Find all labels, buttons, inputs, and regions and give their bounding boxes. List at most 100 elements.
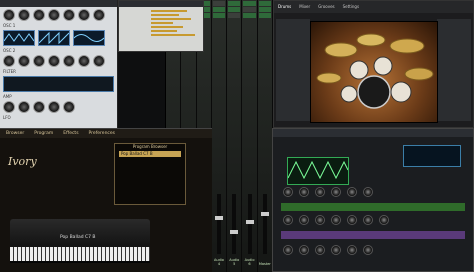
insert-slot[interactable] bbox=[243, 7, 256, 12]
waveform-graphic bbox=[74, 34, 104, 42]
synth-knob[interactable] bbox=[48, 55, 60, 67]
tab-drums[interactable]: Drums bbox=[274, 1, 295, 13]
envelope-display bbox=[3, 76, 114, 92]
synth-knob[interactable] bbox=[63, 55, 75, 67]
insert-slot[interactable] bbox=[212, 13, 226, 18]
synth-knob[interactable] bbox=[299, 215, 309, 225]
eq-bar[interactable] bbox=[151, 22, 173, 24]
drum-tabs: Drums Mixer Grooves Settings bbox=[274, 1, 473, 13]
insert-slot[interactable] bbox=[212, 1, 226, 6]
synth-knob[interactable] bbox=[347, 245, 357, 255]
eq-bar[interactable] bbox=[151, 18, 191, 20]
synth-knob[interactable] bbox=[283, 215, 293, 225]
synth-knob[interactable] bbox=[48, 101, 60, 113]
synth-knob[interactable] bbox=[299, 245, 309, 255]
insert-slot[interactable] bbox=[212, 7, 226, 12]
drum-plugin-window: Drums Mixer Grooves Settings bbox=[273, 0, 474, 128]
insert-slot[interactable] bbox=[243, 1, 256, 6]
synth-knob[interactable] bbox=[93, 55, 105, 67]
synth-knob[interactable] bbox=[93, 9, 105, 21]
fader-cap[interactable] bbox=[214, 216, 223, 220]
waveform-graphic bbox=[4, 33, 34, 42]
synth-knob[interactable] bbox=[78, 9, 90, 21]
channel-strip: Audio 4 bbox=[211, 0, 228, 272]
nav-preferences[interactable]: Preferences bbox=[89, 129, 115, 138]
synth-knob[interactable] bbox=[33, 55, 45, 67]
fader-cap[interactable] bbox=[260, 212, 269, 216]
nav-program[interactable]: Program bbox=[34, 129, 53, 138]
synth-knob[interactable] bbox=[363, 245, 373, 255]
synth-knob-row bbox=[0, 99, 117, 115]
section-header-green bbox=[281, 203, 465, 211]
fader-track[interactable] bbox=[214, 194, 223, 254]
tab-settings[interactable]: Settings bbox=[339, 1, 363, 13]
synth-knob[interactable] bbox=[18, 9, 30, 21]
tab-grooves[interactable]: Grooves bbox=[314, 1, 338, 13]
selected-program[interactable]: Pop Ballad C7 B bbox=[119, 151, 181, 157]
insert-slot[interactable] bbox=[258, 13, 271, 18]
synth-knob[interactable] bbox=[33, 101, 45, 113]
synth-knob[interactable] bbox=[315, 215, 325, 225]
analog-synth-titlebar bbox=[273, 129, 473, 137]
synth-section-label: LFO bbox=[3, 115, 11, 120]
insert-slot[interactable] bbox=[228, 7, 241, 12]
synth-window-titlebar bbox=[0, 0, 117, 7]
synth-knob[interactable] bbox=[315, 187, 325, 197]
synth-knob[interactable] bbox=[283, 187, 293, 197]
eq-bar[interactable] bbox=[151, 26, 183, 28]
eq-bar[interactable] bbox=[151, 34, 195, 36]
browser-header: Program Browser bbox=[132, 144, 168, 149]
insert-slot[interactable] bbox=[228, 13, 241, 18]
nav-effects[interactable]: Effects bbox=[63, 129, 78, 138]
synth-knob-row bbox=[283, 245, 463, 255]
fader-cap[interactable] bbox=[245, 220, 254, 224]
synth-knob[interactable] bbox=[3, 101, 15, 113]
synth-knob[interactable] bbox=[78, 55, 90, 67]
synth-knob[interactable] bbox=[33, 9, 45, 21]
synth-knob-row bbox=[0, 7, 117, 23]
program-browser: Program Browser Pop Ballad C7 B bbox=[114, 143, 186, 205]
synth-knob[interactable] bbox=[379, 215, 389, 225]
eq-bar[interactable] bbox=[151, 10, 187, 12]
analog-synth-window bbox=[272, 128, 474, 272]
synth-display-row bbox=[0, 28, 117, 48]
oscilloscope-display bbox=[287, 157, 349, 185]
fader-track[interactable] bbox=[230, 194, 239, 254]
synth-knob[interactable] bbox=[331, 187, 341, 197]
piano-keyboard[interactable] bbox=[10, 247, 150, 261]
insert-slot[interactable] bbox=[258, 7, 271, 12]
synth-knob[interactable] bbox=[3, 55, 15, 67]
nav-browser[interactable]: Browser bbox=[6, 129, 24, 138]
synth-knob[interactable] bbox=[347, 187, 357, 197]
eq-bar[interactable] bbox=[151, 30, 177, 32]
synth-knob[interactable] bbox=[331, 245, 341, 255]
eq-dialog-window bbox=[118, 0, 204, 52]
synth-knob[interactable] bbox=[3, 9, 15, 21]
insert-slot[interactable] bbox=[228, 1, 241, 6]
fader-track[interactable] bbox=[245, 194, 254, 254]
eq-bar[interactable] bbox=[151, 14, 179, 16]
synth-knob[interactable] bbox=[299, 187, 309, 197]
synth-knob[interactable] bbox=[315, 245, 325, 255]
synth-knob[interactable] bbox=[63, 9, 75, 21]
insert-slot[interactable] bbox=[243, 13, 256, 18]
synth-knob[interactable] bbox=[363, 215, 373, 225]
waveform-display bbox=[38, 30, 70, 46]
drum-kit-view[interactable] bbox=[310, 21, 438, 123]
fader-track[interactable] bbox=[260, 194, 269, 254]
synth-knob[interactable] bbox=[347, 215, 357, 225]
synth-knob[interactable] bbox=[283, 245, 293, 255]
channel-name: Master bbox=[258, 262, 271, 266]
eq-dialog-titlebar bbox=[119, 1, 203, 7]
waveform-graphic bbox=[39, 31, 69, 45]
fader-cap[interactable] bbox=[230, 230, 239, 234]
synth-knob[interactable] bbox=[18, 55, 30, 67]
insert-slot[interactable] bbox=[258, 1, 271, 6]
synth-knob[interactable] bbox=[63, 101, 75, 113]
synth-knob-row bbox=[283, 187, 463, 197]
synth-knob[interactable] bbox=[48, 9, 60, 21]
tab-mixer[interactable]: Mixer bbox=[295, 1, 314, 13]
synth-knob[interactable] bbox=[331, 215, 341, 225]
synth-knob[interactable] bbox=[18, 101, 30, 113]
synth-knob[interactable] bbox=[363, 187, 373, 197]
